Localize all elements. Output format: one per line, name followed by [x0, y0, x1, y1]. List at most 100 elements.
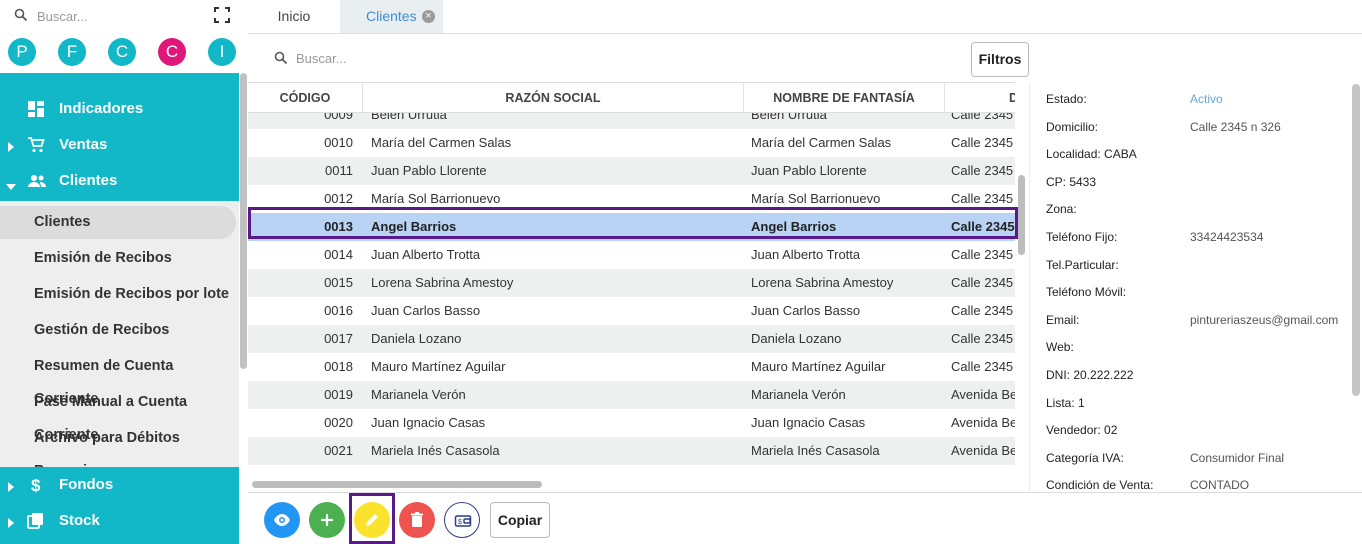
cell-domicilio: Calle 2345 n — [951, 135, 1015, 150]
cell-nombre-fantasia: Lorena Sabrina Amestoy — [751, 275, 894, 290]
cell-razon-social: Mariela Inés Casasola — [371, 443, 500, 458]
details-scrollbar[interactable] — [1351, 82, 1362, 492]
close-icon[interactable]: × — [422, 10, 435, 23]
sidebar-item-fondos[interactable]: $ Fondos — [0, 467, 239, 503]
cell-domicilio: Calle 2345 n — [951, 303, 1015, 318]
cell-razon-social: Marianela Verón — [371, 387, 466, 402]
cell-codigo: 0018 — [324, 359, 353, 374]
sidebar-search[interactable]: Buscar... — [0, 0, 248, 34]
detail-label: Email: — [1046, 313, 1080, 327]
sidebar-item-indicadores[interactable]: Indicadores — [0, 91, 239, 127]
view-button[interactable] — [264, 502, 300, 538]
sidebar-search-input[interactable]: Buscar... — [37, 9, 88, 24]
table-row[interactable]: 0021 Mariela Inés Casasola Mariela Inés Ca… — [248, 437, 1015, 465]
detail-value: 33424423534 — [1190, 230, 1264, 244]
sidebar-item-stock[interactable]: Stock — [0, 503, 239, 539]
detail-value: pintureriaszeus@gmail.com — [1190, 313, 1339, 327]
table-row[interactable]: 0010 María del Carmen Salas María del Carm… — [248, 129, 1015, 157]
sidebar-item-label: Fondos — [59, 476, 114, 493]
detail-value[interactable]: Activo — [1190, 92, 1223, 106]
sidebar-item-ventas[interactable]: Ventas — [0, 127, 239, 163]
sidebar-item-clientes[interactable]: Clientes — [0, 163, 239, 199]
detail-row: Zona: — [1046, 202, 1356, 222]
cell-razon-social: Lorena Sabrina Amestoy — [371, 275, 514, 290]
dashboard-icon — [27, 100, 45, 122]
detail-label: CP: 5433 — [1046, 175, 1097, 189]
cell-nombre-fantasia: Juan Carlos Basso — [751, 303, 861, 318]
fullscreen-icon[interactable] — [214, 7, 230, 28]
detail-label: Lista: 1 — [1046, 396, 1085, 410]
column-header-nombre-fantasia[interactable]: NOMBRE DE FANTASÍA — [744, 83, 945, 113]
cell-domicilio: Calle 2345 n — [951, 331, 1015, 346]
table-row[interactable]: 0013 Angel Barrios Angel Barrios Calle 2345 — [248, 213, 1015, 241]
sidebar-subitem-pase-manual[interactable]: Pase Manual a Cuenta Corriente — [0, 386, 236, 443]
table-row[interactable]: 0017 Daniela Lozano Daniela Lozano Calle 23… — [248, 325, 1015, 353]
table-row[interactable]: 0018 Mauro Martínez Aguilar Mauro Martínez… — [248, 353, 1015, 381]
cell-codigo: 0020 — [324, 415, 353, 430]
cell-nombre-fantasia: Juan Ignacio Casas — [751, 415, 866, 430]
sidebar-subitem-resumen-cuenta[interactable]: Resumen de Cuenta Corriente — [0, 350, 236, 407]
cart-icon — [27, 136, 45, 158]
cell-domicilio: Calle 2345 n — [951, 247, 1015, 262]
table-row[interactable]: 0014 Juan Alberto Trotta Juan Alberto Trot… — [248, 241, 1015, 269]
table-row[interactable]: 0011 Juan Pablo Llorente Juan Pablo Lloren… — [248, 157, 1015, 185]
avatar[interactable]: C — [108, 38, 136, 66]
cell-domicilio: Avenida Be — [951, 415, 1015, 430]
avatar[interactable]: P — [8, 38, 36, 66]
detail-row: Teléfono Fijo: 33424423534 — [1046, 230, 1356, 250]
cell-nombre-fantasia: Angel Barrios — [751, 219, 837, 234]
cell-codigo: 0021 — [324, 443, 353, 458]
table-row[interactable]: 0022 Ana María Benítez Ana María Benítez Av… — [248, 465, 1015, 473]
sidebar-subitem-archivo-debitos[interactable]: Archivo para Débitos Bancarios — [0, 422, 236, 479]
sidebar-item-label: Clientes — [59, 172, 118, 189]
detail-label: Vendedor: 02 — [1046, 423, 1118, 437]
sidebar-subitem-gestion-recibos[interactable]: Gestión de Recibos — [0, 314, 236, 347]
table-row[interactable]: 0019 Marianela Verón Marianela Verón Avenid… — [248, 381, 1015, 409]
sidebar-subitem-emision-recibos-lote[interactable]: Emisión de Recibos por lote — [0, 278, 236, 311]
wallet-button[interactable]: $ — [444, 502, 480, 538]
caret-right-icon — [8, 139, 14, 156]
cell-domicilio: Calle 2345 n — [951, 191, 1015, 206]
avatar[interactable]: F — [58, 38, 86, 66]
table-vertical-scrollbar[interactable] — [1015, 113, 1029, 490]
detail-value: CONTADO — [1190, 478, 1250, 492]
sidebar-menu: Indicadores Ventas Clientes — [0, 73, 239, 201]
sidebar-subitem-emision-recibos[interactable]: Emisión de Recibos — [0, 242, 236, 275]
avatar[interactable]: C — [158, 38, 186, 66]
cell-nombre-fantasia: Belén Urrutia — [751, 113, 827, 122]
cell-codigo: 0016 — [324, 303, 353, 318]
cell-razon-social: Juan Carlos Basso — [371, 303, 481, 318]
edit-button[interactable] — [354, 502, 390, 538]
avatar[interactable]: I — [208, 38, 236, 66]
table-row[interactable]: 0012 María Sol Barrionuevo María Sol Barri… — [248, 185, 1015, 213]
copy-button[interactable]: Copiar — [490, 502, 550, 538]
detail-row: Teléfono Móvil: — [1046, 285, 1356, 305]
column-header-domicilio[interactable]: DO — [945, 83, 1015, 113]
table-row[interactable]: 0015 Lorena Sabrina Amestoy Lorena Sabrina… — [248, 269, 1015, 297]
table-row[interactable]: 0020 Juan Ignacio Casas Juan Ignacio Casas… — [248, 409, 1015, 437]
search-icon — [14, 8, 28, 27]
sidebar-subitem-clientes[interactable]: Clientes — [0, 206, 236, 239]
tab-inicio[interactable]: Inicio — [248, 0, 340, 33]
column-header-razon-social[interactable]: RAZÓN SOCIAL — [363, 83, 744, 113]
search-input[interactable]: Buscar... — [296, 51, 347, 66]
table-row[interactable]: 0016 Juan Carlos Basso Juan Carlos Basso Ca… — [248, 297, 1015, 325]
filter-button[interactable]: Filtros — [971, 42, 1029, 77]
table-row[interactable]: 0009 Belén Urrutia Belén Urrutia Calle 2345… — [248, 113, 1015, 129]
tab-clientes[interactable]: Clientes × — [340, 0, 443, 33]
detail-label: DNI: 20.222.222 — [1046, 368, 1134, 382]
add-button[interactable] — [309, 502, 345, 538]
detail-row: Categoría IVA: Consumidor Final — [1046, 451, 1356, 471]
cell-razon-social: Juan Ignacio Casas — [371, 415, 486, 430]
column-header-codigo[interactable]: CÓDIGO — [248, 83, 363, 113]
cell-codigo: 0019 — [324, 387, 353, 402]
clients-table: CÓDIGO RAZÓN SOCIAL NOMBRE DE FANTASÍA D… — [248, 82, 1015, 490]
detail-row: Estado: Activo — [1046, 92, 1356, 112]
cell-domicilio: Avenida Be — [951, 387, 1015, 402]
sidebar-item-label: Stock — [59, 512, 100, 529]
client-details-panel: Estado: Activo Domicilio: Calle 2345 n 326 L… — [1029, 82, 1362, 492]
delete-button[interactable] — [399, 502, 435, 538]
table-horizontal-scrollbar[interactable] — [248, 478, 1015, 490]
action-bar: $ Copiar — [248, 492, 1362, 544]
sidebar-scrollbar[interactable] — [239, 73, 248, 544]
